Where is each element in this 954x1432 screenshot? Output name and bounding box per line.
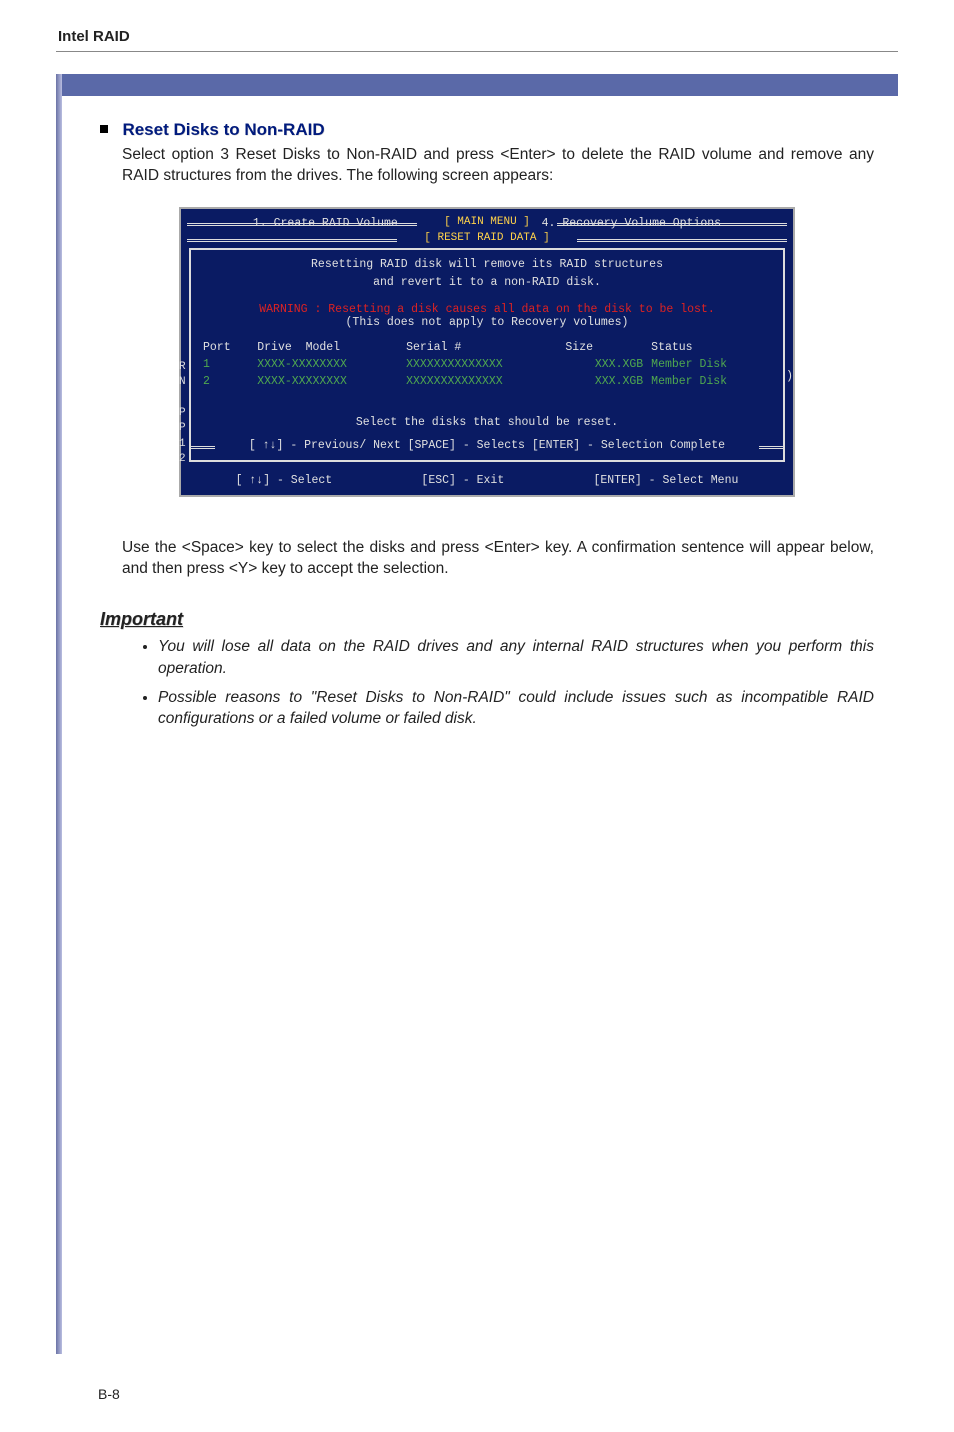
section-body: Select option 3 Reset Disks to Non-RAID … — [122, 144, 874, 187]
section-heading: Reset Disks to Non-RAID — [100, 120, 874, 140]
bios-warning: WARNING : Resetting a disk causes all da… — [199, 303, 775, 316]
table-row[interactable]: 2 XXXX-XXXXXXXX XXXXXXXXXXXXXX XXX.XGB M… — [199, 373, 775, 390]
bios-sub-label: [ RESET RAID DATA ] — [181, 232, 793, 244]
bullet-icon — [100, 125, 108, 133]
cell-port: 2 — [199, 373, 253, 390]
bios-left-letters: R N P P 1 2 — [179, 360, 189, 468]
footer-enter-hint: [ENTER] - Select Menu — [593, 474, 738, 487]
post-bios-text: Use the <Space> key to select the disks … — [122, 537, 874, 580]
cell-model: XXXX-XXXXXXXX — [253, 373, 402, 390]
important-title: Important — [100, 609, 874, 630]
content-area: Reset Disks to Non-RAID Select option 3 … — [100, 120, 874, 745]
cell-port: 1 — [199, 356, 253, 373]
table-header-row: Port Drive Model Serial # Size Status — [199, 339, 775, 356]
section-title: Reset Disks to Non-RAID — [122, 120, 324, 139]
cell-size: XXX.XGB — [561, 373, 647, 390]
th-serial: Serial # — [402, 339, 561, 356]
bios-right-paren: ) — [786, 370, 793, 383]
bios-panel: 1. Create RAID Volume 4. Recovery Volume… — [179, 207, 795, 497]
bios-select-msg: Select the disks that should be reset. — [199, 416, 775, 429]
important-list: You will lose all data on the RAID drive… — [100, 636, 874, 730]
bios-disk-table: Port Drive Model Serial # Size Status 1 … — [199, 339, 775, 390]
cell-serial: XXXXXXXXXXXXXX — [402, 356, 561, 373]
page-header: Intel RAID — [0, 0, 954, 51]
bios-info1: Resetting RAID disk will remove its RAID… — [199, 256, 775, 274]
list-item: You will lose all data on the RAID drive… — [158, 636, 874, 679]
cell-status: Member Disk — [647, 373, 775, 390]
color-band — [56, 74, 898, 96]
bios-main-label: [ MAIN MENU ] — [181, 216, 793, 228]
page-number: B-8 — [98, 1386, 120, 1402]
th-size: Size — [561, 339, 647, 356]
bios-footer: [ ↑↓] - Select [ESC] - Exit [ENTER] - Se… — [181, 470, 793, 495]
th-drive-model: Drive Model — [253, 339, 402, 356]
footer-esc-hint: [ESC] - Exit — [421, 474, 504, 487]
list-item: Possible reasons to "Reset Disks to Non-… — [158, 687, 874, 730]
bios-key-hints: [ ↑↓] - Previous/ Next [SPACE] - Selects… — [199, 439, 775, 452]
cell-size: XXX.XGB — [561, 356, 647, 373]
header-rule — [56, 51, 898, 52]
footer-select-hint: [ ↑↓] - Select — [236, 474, 333, 487]
bios-info2: and revert it to a non-RAID disk. — [199, 274, 775, 292]
table-row[interactable]: 1 XXXX-XXXXXXXX XXXXXXXXXXXXXX XXX.XGB M… — [199, 356, 775, 373]
side-bar — [56, 74, 62, 1354]
th-status: Status — [647, 339, 775, 356]
bios-note: (This does not apply to Recovery volumes… — [199, 316, 775, 329]
cell-status: Member Disk — [647, 356, 775, 373]
th-port: Port — [199, 339, 253, 356]
cell-serial: XXXXXXXXXXXXXX — [402, 373, 561, 390]
bios-inner: R N P P 1 2 ) Resetting RAID disk will r… — [189, 248, 785, 462]
cell-model: XXXX-XXXXXXXX — [253, 356, 402, 373]
